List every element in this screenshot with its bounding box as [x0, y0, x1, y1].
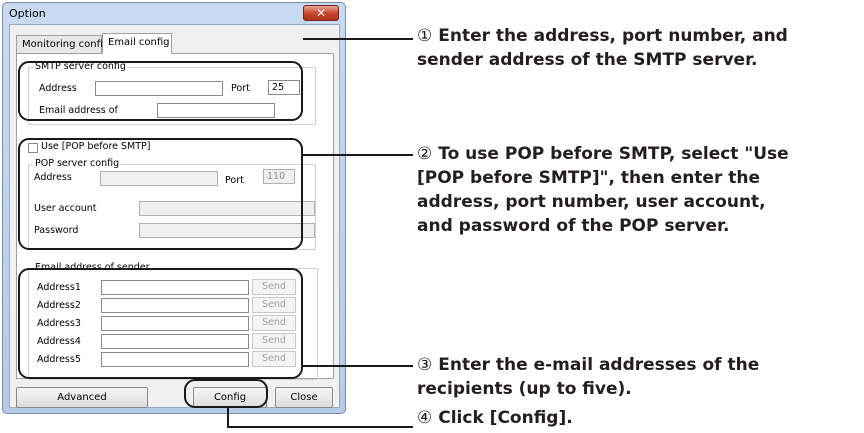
sender-highlight: [18, 268, 303, 379]
leader-line-1: [303, 38, 413, 40]
step-text: Enter the address, port number, and send…: [417, 26, 788, 70]
config-highlight: [184, 379, 268, 408]
step-number: ④: [417, 408, 433, 428]
annotation-step-1: ① Enter the address, port number, and sen…: [417, 24, 861, 72]
step-number: ②: [417, 144, 433, 164]
dialog-title: Option: [9, 7, 46, 20]
leader-line-3: [303, 365, 413, 367]
leader-line-4-vertical: [227, 408, 229, 428]
close-icon: ✕: [315, 6, 327, 20]
leader-line-2: [303, 154, 413, 156]
leader-line-4: [227, 426, 413, 428]
close-button[interactable]: Close: [275, 387, 333, 408]
step-number: ①: [417, 26, 433, 46]
annotation-step-3: ③ Enter the e-mail addresses of the recip…: [417, 353, 861, 401]
window-close-button[interactable]: ✕: [303, 5, 339, 21]
title-bar[interactable]: Option ✕: [3, 3, 345, 24]
annotation-step-4: ④ Click [Config].: [417, 406, 861, 430]
step-text: Click [Config].: [438, 408, 573, 428]
step-text: Enter the e-mail addresses of the recipi…: [417, 355, 760, 399]
step-number: ③: [417, 355, 433, 375]
pop-highlight: [18, 138, 303, 250]
advanced-button[interactable]: Advanced: [16, 387, 148, 408]
smtp-highlight: [18, 61, 303, 121]
annotation-step-2: ② To use POP before SMTP, select "Use [PO…: [417, 142, 861, 238]
step-text: To use POP before SMTP, select "Use [POP…: [417, 144, 789, 236]
tab-email-config[interactable]: Email config: [102, 33, 172, 54]
tab-monitoring-config[interactable]: Monitoring config: [16, 35, 109, 53]
